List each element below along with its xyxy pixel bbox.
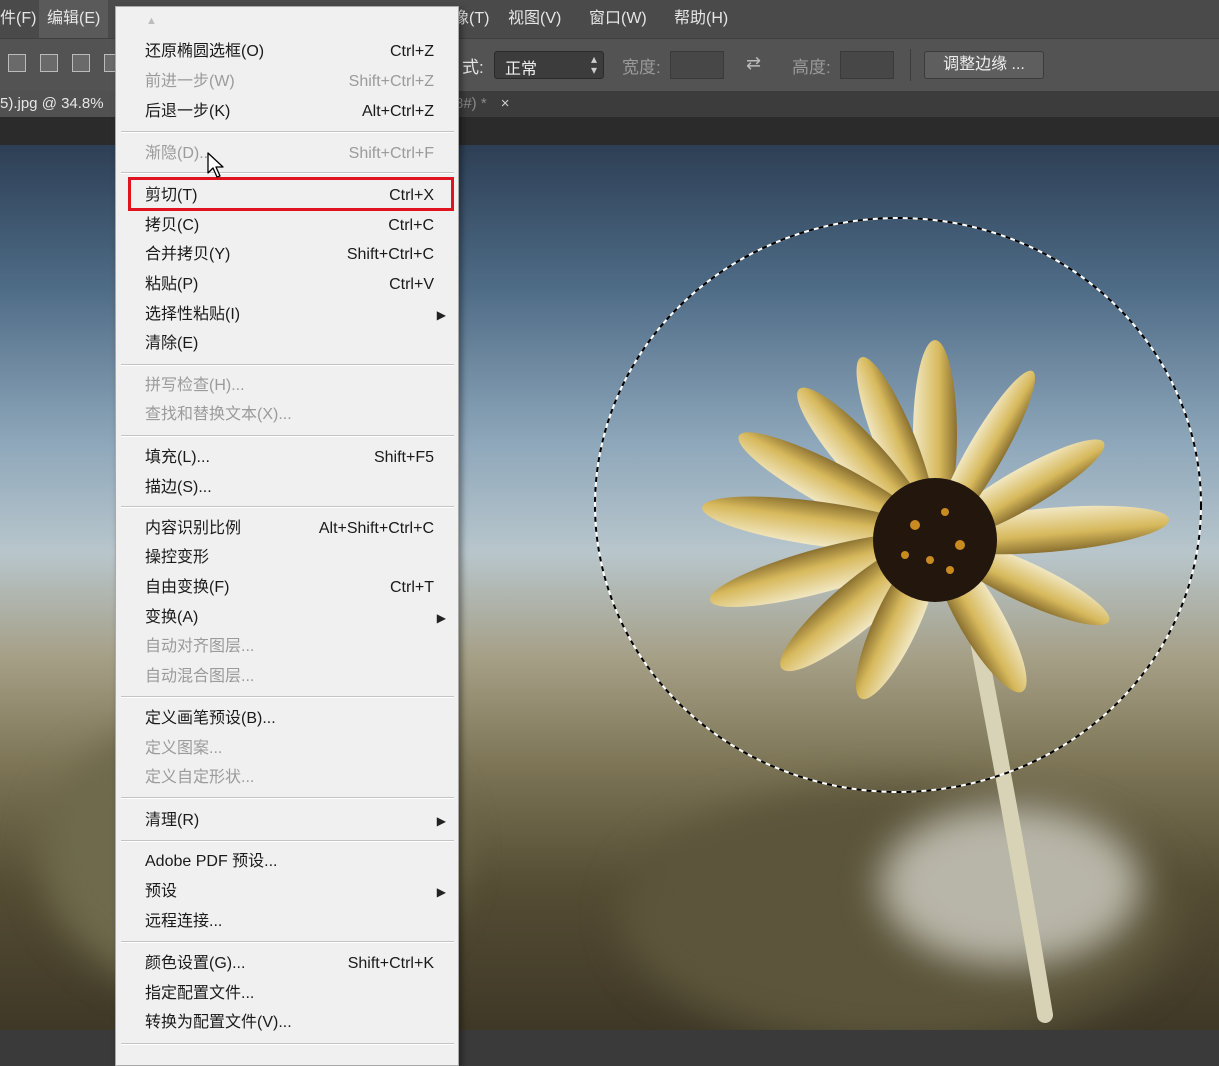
menu-item-presets[interactable]: 预设 ▶ xyxy=(116,878,458,906)
document-tab-active[interactable]: 5).jpg @ 34.8% xyxy=(0,91,116,117)
swap-icon[interactable]: ⇄ xyxy=(746,53,761,74)
menu-divider xyxy=(121,131,454,133)
menu-item-copy[interactable]: 拷贝(C) Ctrl+C xyxy=(116,212,458,240)
menu-divider xyxy=(121,941,454,943)
separator xyxy=(910,49,911,81)
menu-divider xyxy=(121,435,454,437)
menu-item-transform[interactable]: 变换(A) ▶ xyxy=(116,604,458,632)
menu-edit[interactable]: 编辑(E) xyxy=(39,0,109,38)
style-select[interactable]: 正常 ▴ ▾ xyxy=(494,51,604,79)
menu-item-free-transform[interactable]: 自由变换(F) Ctrl+T xyxy=(116,574,458,602)
menu-item-purge[interactable]: 清理(R) ▶ xyxy=(116,807,458,835)
menu-divider xyxy=(121,1043,454,1045)
menu-item-color-settings[interactable]: 颜色设置(G)... Shift+Ctrl+K xyxy=(116,950,458,978)
submenu-arrow-icon: ▶ xyxy=(436,308,446,322)
menu-item-auto-blend-layers: 自动混合图层... xyxy=(145,668,255,685)
width-label: 宽度: xyxy=(622,58,661,77)
menu-item-paste-special[interactable]: 选择性粘贴(I) ▶ xyxy=(116,301,458,329)
document-tab-other[interactable]: 8#) * × xyxy=(455,91,509,117)
width-field[interactable] xyxy=(670,51,724,79)
document-tab-other-label: 8#) * xyxy=(455,95,487,112)
menu-item-auto-align-layers: 自动对齐图层... xyxy=(145,638,255,655)
submenu-arrow-icon: ▶ xyxy=(436,885,446,899)
menu-divider xyxy=(121,364,454,366)
new-selection-icon[interactable] xyxy=(8,54,26,72)
menu-item-fill[interactable]: 填充(L)... Shift+F5 xyxy=(116,444,458,472)
subtract-selection-icon[interactable] xyxy=(72,54,90,72)
menu-divider xyxy=(121,506,454,508)
menu-item-remote-connections[interactable]: 远程连接... xyxy=(116,908,458,936)
menu-item-content-aware-scale[interactable]: 内容识别比例 Alt+Shift+Ctrl+C xyxy=(116,515,458,543)
menu-divider xyxy=(121,840,454,842)
submenu-arrow-icon: ▶ xyxy=(436,814,446,828)
menu-item-define-pattern: 定义图案... xyxy=(145,740,223,757)
scroll-up-icon[interactable]: ▲ xyxy=(146,15,157,27)
highlight-box xyxy=(128,177,454,211)
select-arrows-icon: ▴ ▾ xyxy=(590,52,597,77)
menu-help[interactable]: 帮助(H) xyxy=(674,0,728,38)
height-field[interactable] xyxy=(840,51,894,79)
menu-item-find-replace: 查找和替换文本(X)... xyxy=(145,406,292,423)
menu-item-puppet-warp[interactable]: 操控变形 xyxy=(116,544,458,572)
menu-item-define-brush[interactable]: 定义画笔预设(B)... xyxy=(116,705,458,733)
menu-item-pdf-presets[interactable]: Adobe PDF 预设... xyxy=(116,848,458,876)
menu-item-define-custom-shape: 定义自定形状... xyxy=(145,769,255,786)
menu-item-clear[interactable]: 清除(E) xyxy=(116,330,458,358)
refine-edge-button[interactable]: 调整边缘 ... xyxy=(924,51,1044,79)
submenu-arrow-icon: ▶ xyxy=(436,611,446,625)
menu-divider xyxy=(121,172,454,174)
menu-item-paste[interactable]: 粘贴(P) Ctrl+V xyxy=(116,271,458,299)
menu-item-fade: 渐隐(D)... Shift+Ctrl+F xyxy=(145,145,434,162)
close-icon[interactable]: × xyxy=(501,95,510,112)
menu-item-step-backward[interactable]: 后退一步(K) Alt+Ctrl+Z xyxy=(116,98,458,126)
edit-dropdown-menu: ▲ 还原椭圆选框(O) Ctrl+Z 前进一步(W) Shift+Ctrl+Z 后退… xyxy=(115,6,459,1066)
menu-window[interactable]: 窗口(W) xyxy=(589,0,647,38)
menu-item-undo[interactable]: 还原椭圆选框(O) Ctrl+Z xyxy=(116,38,458,66)
menu-item-stroke[interactable]: 描边(S)... xyxy=(116,474,458,502)
height-label: 高度: xyxy=(792,58,831,77)
menu-item-assign-profile[interactable]: 指定配置文件... xyxy=(116,980,458,1008)
menu-file[interactable]: 件(F) xyxy=(0,0,36,38)
mouse-cursor-icon xyxy=(207,152,224,178)
add-to-selection-icon[interactable] xyxy=(40,54,58,72)
menu-item-step-forward: 前进一步(W) Shift+Ctrl+Z xyxy=(145,73,434,90)
menu-divider xyxy=(121,696,454,698)
menu-item-spell-check: 拼写检查(H)... xyxy=(145,377,245,394)
style-label: 式: xyxy=(462,58,484,77)
menu-view[interactable]: 视图(V) xyxy=(508,0,561,38)
style-value: 正常 xyxy=(505,61,538,78)
menu-item-convert-profile[interactable]: 转换为配置文件(V)... xyxy=(116,1009,458,1037)
menu-item-copy-merged[interactable]: 合并拷贝(Y) Shift+Ctrl+C xyxy=(116,241,458,269)
menu-divider xyxy=(121,797,454,799)
